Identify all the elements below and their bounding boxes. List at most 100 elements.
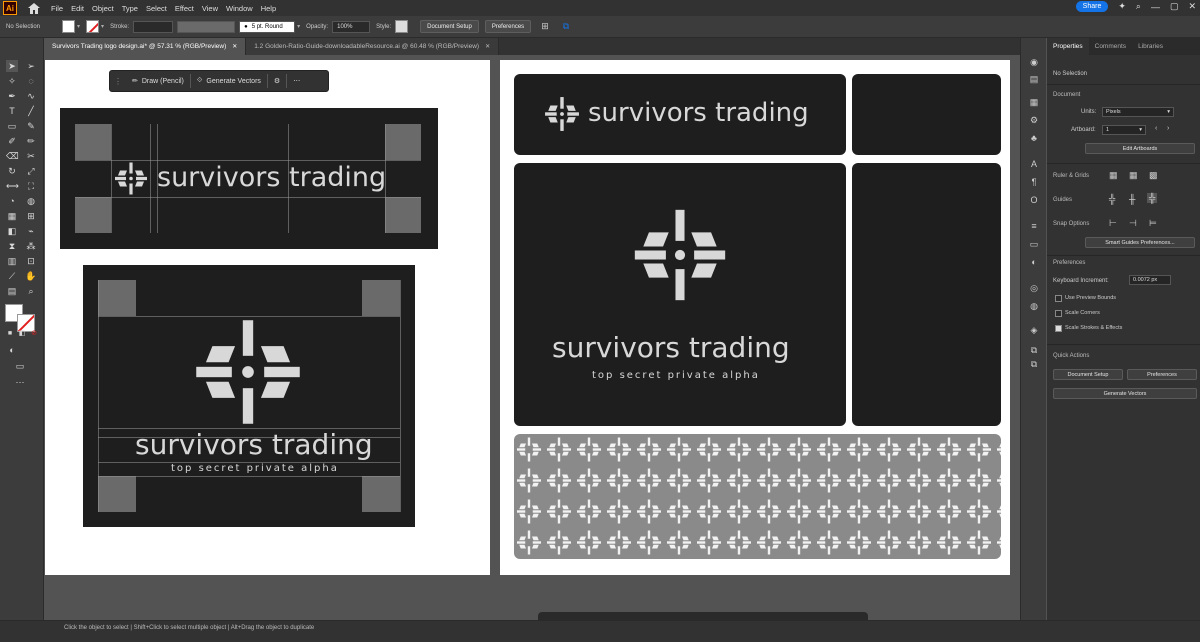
scissors-icon[interactable]: ✂ bbox=[25, 150, 37, 162]
discover-icon[interactable]: ✦ bbox=[1118, 1, 1126, 12]
transparency-icon[interactable]: ◐ bbox=[1028, 256, 1040, 268]
search-icon[interactable]: ⌕ bbox=[1136, 1, 1141, 12]
none-mode-icon[interactable]: ⊘ bbox=[28, 328, 40, 340]
snap-point-icon[interactable]: ⊢ bbox=[1109, 218, 1117, 229]
chevron-down-icon[interactable]: ▾ bbox=[101, 23, 104, 30]
scale-corners-checkbox[interactable] bbox=[1055, 310, 1062, 317]
fill-swatch[interactable] bbox=[62, 20, 76, 33]
tab-properties[interactable]: Properties bbox=[1047, 37, 1089, 55]
color-mode-icon[interactable]: ■ bbox=[4, 328, 16, 340]
scale-strokes-checkbox[interactable] bbox=[1055, 325, 1062, 332]
artboard-next-icon[interactable]: › bbox=[1167, 125, 1169, 132]
opacity-field[interactable]: 100% bbox=[332, 20, 371, 33]
tab-comments[interactable]: Comments bbox=[1089, 38, 1132, 55]
artboard-tool-icon[interactable]: ⊡ bbox=[25, 255, 37, 267]
live-paint-icon[interactable]: ◍ bbox=[25, 195, 37, 207]
close-icon[interactable]: ✕ bbox=[232, 43, 237, 50]
lasso-icon[interactable]: ◌ bbox=[25, 75, 37, 87]
line-tool-icon[interactable]: ╱ bbox=[25, 105, 37, 117]
tab-libraries[interactable]: Libraries bbox=[1132, 38, 1169, 55]
variable-width-field[interactable] bbox=[177, 20, 236, 33]
stroke-swatch[interactable] bbox=[86, 20, 100, 33]
share-button[interactable]: Share bbox=[1075, 1, 1109, 12]
style-swatch[interactable] bbox=[395, 20, 409, 33]
logo-stacked-guide-box[interactable]: survivors trading top secret private alp… bbox=[83, 265, 415, 527]
grid-icon[interactable]: ▦ bbox=[1129, 170, 1138, 181]
menu-effect[interactable]: Effect bbox=[175, 4, 194, 13]
screen-mode-icon[interactable]: ▭ bbox=[14, 360, 26, 372]
chevron-down-icon[interactable]: ▾ bbox=[297, 23, 300, 30]
mesh-tool-icon[interactable]: ⊞ bbox=[25, 210, 37, 222]
draw-pencil-button[interactable]: ✏ Draw (Pencil) bbox=[126, 74, 191, 88]
swatches-icon[interactable]: ♣ bbox=[1028, 132, 1040, 144]
settings-button[interactable]: ⚙ bbox=[268, 74, 288, 88]
arrange-documents-icon[interactable]: ⊞ bbox=[541, 21, 549, 32]
selection-tool-icon[interactable]: ➤ bbox=[6, 60, 18, 72]
menu-object[interactable]: Object bbox=[92, 4, 114, 13]
chevron-down-icon[interactable]: ▾ bbox=[77, 23, 80, 30]
bottom-toolbar-handle[interactable] bbox=[538, 612, 868, 620]
stroke-weight-field[interactable] bbox=[133, 20, 174, 33]
menu-window[interactable]: Window bbox=[226, 4, 253, 13]
units-select[interactable]: Pixels ▾ bbox=[1102, 107, 1174, 117]
snap-glyph-icon[interactable]: ⊨ bbox=[1149, 218, 1157, 229]
home-icon[interactable] bbox=[25, 1, 43, 15]
gradient-mode-icon[interactable]: ◧ bbox=[16, 328, 28, 340]
canvas[interactable]: survivors trading survivors trading top … bbox=[44, 55, 1020, 620]
properties-icon[interactable]: ◉ bbox=[1028, 56, 1040, 68]
smart-guides-icon[interactable]: ╬ bbox=[1147, 193, 1158, 203]
brush-definition[interactable]: ● 5 pt. Round bbox=[239, 20, 296, 33]
menu-type[interactable]: Type bbox=[122, 4, 138, 13]
keyboard-increment-field[interactable]: 0.0072 px bbox=[1129, 275, 1171, 285]
edit-artboards-button[interactable]: Edit Artboards bbox=[1085, 143, 1195, 154]
tab-golden-ratio[interactable]: 1.2 Golden-Ratio-Guide-downloadableResou… bbox=[246, 38, 500, 55]
pencil-tool-icon[interactable]: ✏ bbox=[25, 135, 37, 147]
menu-select[interactable]: Select bbox=[146, 4, 167, 13]
more-button[interactable]: ⋯ bbox=[287, 74, 306, 88]
maximize-icon[interactable]: ▢ bbox=[1170, 1, 1179, 12]
more-tools-icon[interactable]: ⋯ bbox=[14, 376, 26, 388]
logo-horizontal-guide-box[interactable]: survivors trading bbox=[60, 108, 438, 249]
paintbrush-icon[interactable]: ✎ bbox=[25, 120, 37, 132]
libraries-icon[interactable]: ▦ bbox=[1028, 96, 1040, 108]
preferences-button[interactable]: Preferences bbox=[484, 20, 532, 33]
generate-vectors-button[interactable]: ⟐ Generate Vectors bbox=[191, 74, 268, 88]
artboard-1[interactable]: survivors trading survivors trading top … bbox=[45, 60, 490, 575]
artboard-2[interactable]: survivors trading survivors trading top … bbox=[500, 60, 1010, 575]
scale-tool-icon[interactable]: ⤢ bbox=[25, 165, 37, 177]
character-icon[interactable]: A bbox=[1028, 158, 1040, 170]
slice-tool-icon[interactable]: ⟋ bbox=[6, 270, 18, 282]
paragraph-icon[interactable]: ¶ bbox=[1028, 176, 1040, 188]
rectangle-tool-icon[interactable]: ▭ bbox=[6, 120, 18, 132]
export-icon[interactable]: ⧉ bbox=[563, 21, 569, 32]
artboard-prev-icon[interactable]: ‹ bbox=[1155, 125, 1157, 132]
quick-document-setup-button[interactable]: Document Setup bbox=[1053, 369, 1123, 380]
gradient-tool-icon[interactable]: ◧ bbox=[6, 225, 18, 237]
quick-preferences-button[interactable]: Preferences bbox=[1127, 369, 1197, 380]
shape-builder-icon[interactable]: ◔ bbox=[6, 195, 18, 207]
blend-tool-icon[interactable]: ⧗ bbox=[6, 240, 18, 252]
show-guides-icon[interactable]: ╬ bbox=[1109, 194, 1115, 204]
hand-tool-icon[interactable]: ✋ bbox=[25, 270, 37, 282]
eraser-icon[interactable]: ⌫ bbox=[6, 150, 19, 162]
document-setup-button[interactable]: Document Setup bbox=[420, 20, 479, 33]
smart-guides-preferences-button[interactable]: Smart Guides Preferences... bbox=[1085, 237, 1195, 248]
shaper-tool-icon[interactable]: ✐ bbox=[6, 135, 18, 147]
opentype-icon[interactable]: O bbox=[1028, 194, 1040, 206]
use-preview-bounds-checkbox[interactable] bbox=[1055, 295, 1062, 302]
pen-tool-icon[interactable]: ✒ bbox=[6, 90, 18, 102]
tab-survivors-trading[interactable]: Survivors Trading logo design.ai* @ 57.3… bbox=[44, 38, 247, 55]
color-icon[interactable]: ⚙ bbox=[1028, 114, 1040, 126]
tile-vertical[interactable] bbox=[852, 163, 1001, 426]
links-icon[interactable]: ⧉ bbox=[1028, 358, 1040, 370]
eyedropper-icon[interactable]: ⌁ bbox=[25, 225, 37, 237]
pattern-tile[interactable] bbox=[514, 434, 1001, 559]
lock-guides-icon[interactable]: ╫ bbox=[1129, 194, 1135, 204]
menu-edit[interactable]: Edit bbox=[71, 4, 84, 13]
rotate-tool-icon[interactable]: ↻ bbox=[6, 165, 18, 177]
tile-wordmark[interactable]: survivors trading bbox=[514, 74, 846, 155]
artboards-icon[interactable]: ⧉ bbox=[1028, 344, 1040, 356]
menu-view[interactable]: View bbox=[202, 4, 218, 13]
graph-tool-icon[interactable]: ▥ bbox=[6, 255, 18, 267]
snap-pixel-icon[interactable]: ⊣ bbox=[1129, 218, 1137, 229]
